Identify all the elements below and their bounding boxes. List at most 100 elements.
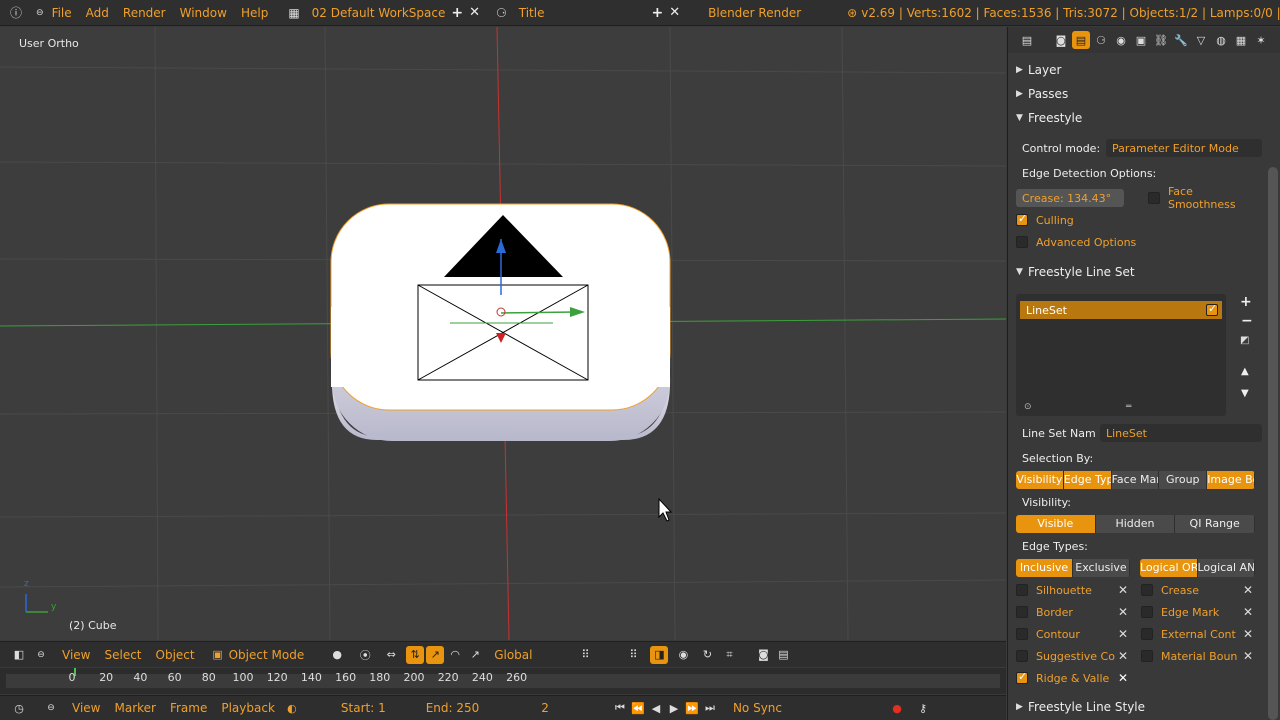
ridge-valley-checkbox[interactable]	[1016, 670, 1028, 684]
screen-layout-icon[interactable]: ▦	[288, 4, 299, 22]
editor-type-icon[interactable]: ▤	[1018, 31, 1036, 49]
keyframe-type-icon[interactable]: ⚷	[914, 699, 932, 717]
menu-frame[interactable]: Frame	[170, 701, 207, 715]
menu-playback[interactable]: Playback	[221, 701, 275, 715]
menu-object[interactable]: Object	[156, 648, 195, 662]
play-icon[interactable]: ▶	[665, 699, 683, 717]
layers-grid-2-icon[interactable]: ⠿	[624, 646, 642, 664]
face-smoothness-checkbox[interactable]	[1147, 192, 1160, 204]
line-set-specials-icon[interactable]: ◩	[1240, 335, 1249, 346]
particles-tab-icon[interactable]: ✶	[1252, 31, 1270, 49]
crease-angle-field[interactable]: Crease: 134.43°	[1016, 189, 1124, 207]
next-keyframe-icon[interactable]: ⏩	[683, 699, 701, 717]
culling-checkbox[interactable]	[1016, 212, 1028, 226]
menu-file[interactable]: File	[52, 6, 72, 20]
render-tab-icon[interactable]: ◙	[1052, 31, 1070, 49]
interaction-mode-select[interactable]: Object Mode	[229, 648, 305, 662]
collapse-menu-icon[interactable]: ⊖	[32, 646, 50, 664]
ridge-valley-exclude-icon[interactable]: ✕	[1118, 671, 1128, 685]
translate-manipulator-icon[interactable]: ⇅	[406, 645, 425, 664]
menu-help[interactable]: Help	[241, 6, 268, 20]
material-boundary-checkbox[interactable]	[1141, 650, 1153, 662]
render-anim-icon[interactable]: ▤	[774, 646, 792, 664]
material-boundary-exclude-icon[interactable]: ✕	[1243, 649, 1253, 663]
texture-tab-icon[interactable]: ▦	[1232, 31, 1250, 49]
render-still-icon[interactable]: ◙	[754, 646, 772, 664]
render-layers-tab-icon[interactable]: ▤	[1072, 31, 1090, 49]
prev-keyframe-icon[interactable]: ⏪	[629, 699, 647, 717]
panel-freestyle-line-set[interactable]: ▼ Freestyle Line Set	[1016, 262, 1262, 282]
advanced-options-checkbox[interactable]	[1016, 236, 1028, 248]
data-tab-icon[interactable]: ▽	[1192, 31, 1210, 49]
record-icon[interactable]: ●	[888, 699, 906, 717]
line-set-name-field[interactable]: LineSet	[1100, 424, 1262, 442]
menu-add[interactable]: Add	[86, 6, 109, 20]
border-exclude-icon[interactable]: ✕	[1118, 605, 1128, 619]
logical-and-button[interactable]: Logical AN	[1197, 559, 1255, 577]
start-frame-field[interactable]: Start: 1	[341, 701, 386, 715]
menu-window[interactable]: Window	[180, 6, 227, 20]
move-down-button[interactable]: ▼	[1241, 388, 1249, 399]
select-by-visibility-button[interactable]: Visibility	[1016, 471, 1064, 489]
menu-select[interactable]: Select	[104, 648, 141, 662]
silhouette-exclude-icon[interactable]: ✕	[1118, 583, 1128, 597]
scale-icon[interactable]: ↗	[466, 646, 484, 664]
line-set-list[interactable]: LineSet ⊙ ═	[1016, 294, 1226, 416]
suggestive-contour-exclude-icon[interactable]: ✕	[1118, 649, 1128, 663]
render-engine-select[interactable]: Blender Render	[708, 6, 801, 20]
qi-range-button[interactable]: QI Range	[1175, 515, 1255, 533]
list-filter-icon[interactable]: ⊙	[1024, 402, 1032, 412]
panel-layer[interactable]: ▶ Layer	[1016, 60, 1262, 80]
keying-icon[interactable]: ◐	[283, 699, 301, 717]
select-by-image-border-button[interactable]: Image Bo	[1207, 471, 1255, 489]
lock-camera-icon[interactable]: ◨	[650, 645, 669, 664]
current-frame-field[interactable]: 2	[541, 701, 549, 715]
select-by-group-button[interactable]: Group	[1159, 471, 1208, 489]
panel-freestyle[interactable]: ▼ Freestyle	[1016, 108, 1262, 128]
remove-line-set-button[interactable]: −	[1241, 313, 1253, 329]
border-checkbox[interactable]	[1016, 606, 1028, 618]
logical-or-button[interactable]: Logical OR	[1140, 559, 1198, 577]
3d-viewport[interactable]: User Ortho (2) Cube z y	[0, 27, 1006, 640]
properties-scrollbar[interactable]	[1268, 167, 1278, 720]
add-line-set-button[interactable]: +	[1240, 294, 1252, 310]
select-by-edge-types-button[interactable]: Edge Typ	[1063, 471, 1112, 489]
select-by-face-marks-button[interactable]: Face Mar	[1111, 471, 1160, 489]
menu-view[interactable]: View	[72, 701, 100, 715]
snap-element-icon[interactable]: ⌗	[720, 646, 738, 664]
external-contour-exclude-icon[interactable]: ✕	[1243, 627, 1253, 641]
modifiers-tab-icon[interactable]: 🔧	[1172, 31, 1190, 49]
list-resize-handle[interactable]: ═	[1126, 402, 1131, 412]
move-up-button[interactable]: ▲	[1241, 366, 1249, 377]
collapse-menu-icon[interactable]: ⊖	[36, 4, 44, 22]
layers-grid-icon[interactable]: ⠿	[576, 646, 594, 664]
timeline[interactable]: 0 20 40 60 80 100 120 140 160 180 200 220 240 260	[0, 668, 1006, 694]
jump-start-icon[interactable]: ⏮	[611, 699, 629, 717]
viewport-shading-icon[interactable]: ●	[328, 646, 346, 664]
constraints-tab-icon[interactable]: ⛓	[1152, 31, 1170, 49]
panel-freestyle-line-style[interactable]: ▶ Freestyle Line Style	[1016, 697, 1262, 717]
crease-checkbox[interactable]	[1141, 584, 1153, 596]
timeline-editor-icon[interactable]: ◷	[10, 699, 28, 717]
rotate-icon[interactable]: ◠	[446, 646, 464, 664]
control-mode-select[interactable]: Parameter Editor Mode	[1106, 139, 1262, 157]
rotate-manipulator-icon[interactable]: ↗	[426, 645, 445, 664]
sync-mode-select[interactable]: No Sync	[733, 701, 782, 715]
external-contour-checkbox[interactable]	[1141, 628, 1153, 640]
add-workspace-button[interactable]: +	[451, 5, 463, 21]
scene-name[interactable]: Title	[519, 6, 545, 20]
scene-tab-icon[interactable]: ⚆	[1092, 31, 1110, 49]
inclusive-button[interactable]: Inclusive	[1016, 559, 1073, 577]
pivot-point-icon[interactable]: ⦿	[356, 646, 374, 664]
menu-view[interactable]: View	[62, 648, 90, 662]
panel-passes[interactable]: ▶ Passes	[1016, 84, 1262, 104]
silhouette-checkbox[interactable]	[1016, 584, 1028, 596]
snap-icon[interactable]: ↻	[698, 646, 716, 664]
menu-marker[interactable]: Marker	[114, 701, 155, 715]
add-scene-button[interactable]: +	[651, 5, 663, 21]
manipulator-toggle-icon[interactable]: ⇔	[382, 646, 400, 664]
editor-type-icon[interactable]: ◧	[10, 646, 28, 664]
hidden-button[interactable]: Hidden	[1095, 515, 1176, 533]
proportional-edit-icon[interactable]: ◉	[674, 646, 692, 664]
jump-end-icon[interactable]: ⏭	[701, 699, 719, 717]
